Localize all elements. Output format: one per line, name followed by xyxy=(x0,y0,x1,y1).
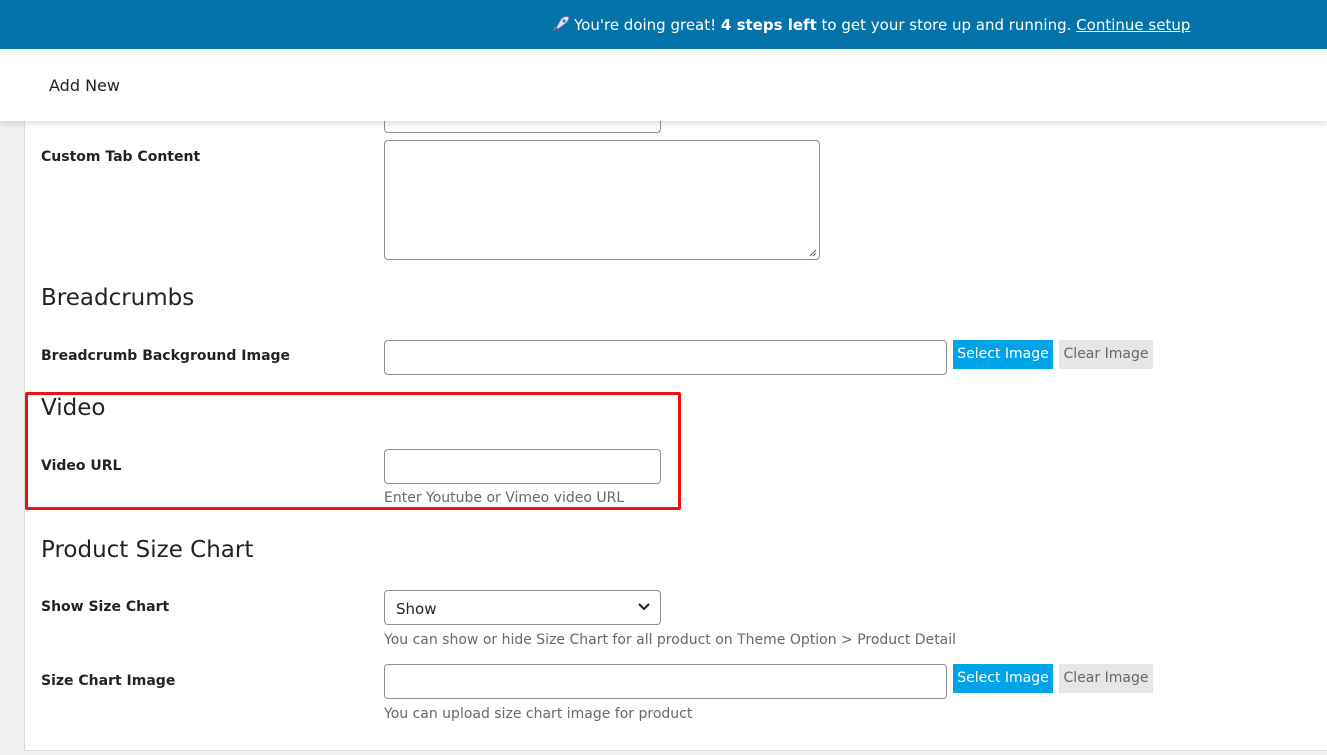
product-options-panel: Custom Tab Content Breadcrumbs Breadcrum… xyxy=(24,109,1327,751)
size-chart-image-help: You can upload size chart image for prod… xyxy=(384,706,693,722)
show-size-chart-selected-value: Show xyxy=(396,600,437,618)
breadcrumb-select-image-button[interactable]: Select Image xyxy=(953,340,1053,369)
custom-tab-content-label: Custom Tab Content xyxy=(41,149,201,165)
video-heading: Video xyxy=(41,395,106,421)
page-header: Add New xyxy=(0,49,1327,121)
product-size-chart-heading: Product Size Chart xyxy=(41,537,254,563)
continue-setup-link[interactable]: Continue setup xyxy=(1076,16,1190,34)
left-gutter xyxy=(0,121,24,755)
size-chart-select-image-button[interactable]: Select Image xyxy=(953,664,1053,693)
show-size-chart-select[interactable]: Show xyxy=(384,590,661,625)
notice-prefix: You're doing great! xyxy=(574,16,721,34)
setup-notice-bar: You're doing great! 4 steps left to get … xyxy=(0,0,1327,49)
custom-tab-content-textarea[interactable] xyxy=(384,140,820,260)
show-size-chart-help: You can show or hide Size Chart for all … xyxy=(384,632,957,648)
page: You're doing great! 4 steps left to get … xyxy=(0,0,1327,755)
size-chart-clear-image-button[interactable]: Clear Image xyxy=(1059,664,1153,693)
notice-steps-left: 4 steps left xyxy=(720,16,817,34)
size-chart-image-input[interactable] xyxy=(384,664,947,699)
resize-handle-icon[interactable] xyxy=(809,249,817,257)
setup-notice-text: You're doing great! 4 steps left to get … xyxy=(552,16,1190,34)
video-url-help: Enter Youtube or Vimeo video URL xyxy=(384,490,625,506)
video-url-input[interactable] xyxy=(384,449,661,484)
size-chart-image-label: Size Chart Image xyxy=(41,673,176,689)
show-size-chart-label: Show Size Chart xyxy=(41,599,170,615)
notice-suffix: to get your store up and running. xyxy=(816,16,1077,34)
page-title: Add New xyxy=(49,76,120,95)
breadcrumbs-heading: Breadcrumbs xyxy=(41,285,195,311)
video-url-label: Video URL xyxy=(41,458,122,474)
breadcrumb-clear-image-button[interactable]: Clear Image xyxy=(1059,340,1153,369)
rocket-icon xyxy=(553,16,570,32)
chevron-down-icon xyxy=(638,603,650,611)
breadcrumb-background-input[interactable] xyxy=(384,340,947,375)
breadcrumb-background-label: Breadcrumb Background Image xyxy=(41,348,291,364)
